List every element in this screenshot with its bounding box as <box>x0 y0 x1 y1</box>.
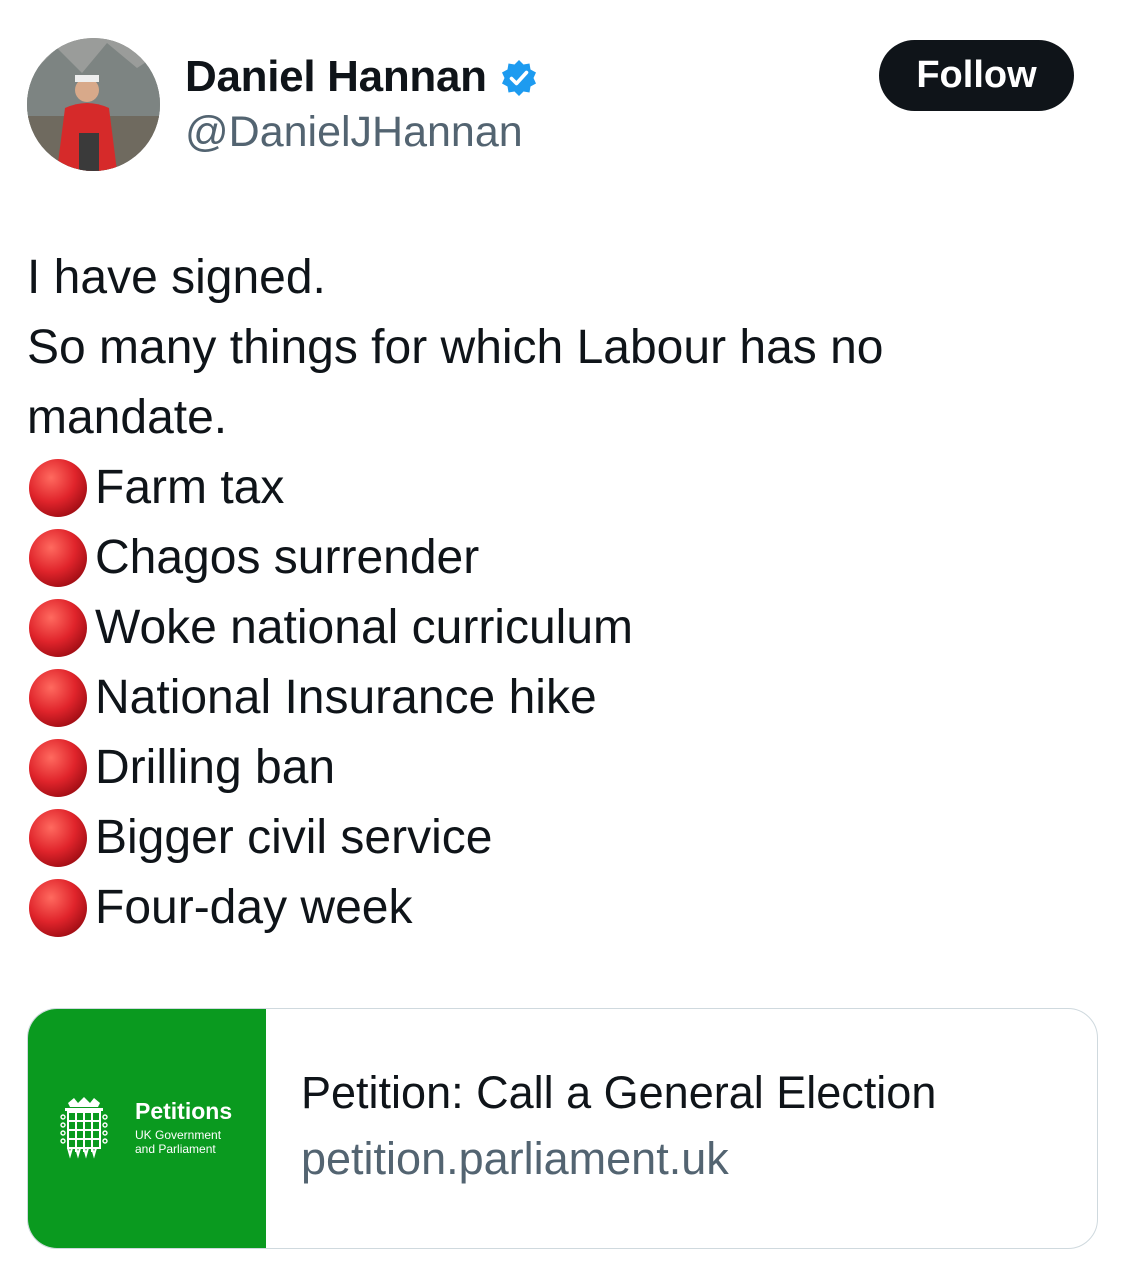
tweet-bullet-item: National Insurance hike <box>27 663 1087 733</box>
portcullis-icon <box>60 1097 108 1159</box>
bullet-label: Chagos surrender <box>95 531 480 584</box>
tweet-line: So many things for which Labour has no <box>27 321 884 374</box>
bullet-label: National Insurance hike <box>95 671 597 724</box>
tweet-line: I have signed. <box>27 251 326 304</box>
author-display-name[interactable]: Daniel Hannan <box>185 50 487 104</box>
tweet-bullet-item: Bigger civil service <box>27 803 1087 873</box>
tweet-line: mandate. <box>27 391 228 444</box>
link-preview-card[interactable]: Petitions UK Government and Parliament P… <box>27 1008 1098 1249</box>
avatar[interactable] <box>27 38 160 171</box>
tweet-bullet-item: Woke national curriculum <box>27 593 1087 663</box>
petitions-logo-subtitle: UK Government and Parliament <box>135 1128 222 1156</box>
link-card-thumbnail[interactable]: Petitions UK Government and Parliament <box>28 1009 266 1248</box>
bullet-label: Bigger civil service <box>95 811 493 864</box>
bullet-label: Woke national curriculum <box>95 601 634 654</box>
red-circle-icon <box>27 457 89 519</box>
red-circle-icon <box>27 807 89 869</box>
follow-button[interactable]: Follow <box>879 40 1074 111</box>
bullet-label: Farm tax <box>95 461 285 514</box>
tweet-bullet-item: Drilling ban <box>27 733 1087 803</box>
petitions-logo-title: Petitions <box>135 1098 233 1124</box>
bullet-label: Four-day week <box>95 881 413 934</box>
red-circle-icon <box>27 667 89 729</box>
red-circle-icon <box>27 877 89 939</box>
tweet-text: I have signed. So many things for which … <box>27 243 1087 943</box>
link-card-title[interactable]: Petition: Call a General Election <box>301 1065 936 1121</box>
author-handle[interactable]: @DanielJHannan <box>185 106 523 158</box>
tweet-bullet-item: Four-day week <box>27 873 1087 943</box>
red-circle-icon <box>27 597 89 659</box>
author-name[interactable]: Daniel Hannan <box>185 50 539 104</box>
red-circle-icon <box>27 737 89 799</box>
tweet-bullet-item: Chagos surrender <box>27 523 1087 593</box>
tweet-bullet-item: Farm tax <box>27 453 1087 523</box>
red-circle-icon <box>27 527 89 589</box>
verified-badge-icon <box>499 57 539 97</box>
bullet-label: Drilling ban <box>95 741 336 794</box>
link-card-domain[interactable]: petition.parliament.uk <box>301 1131 729 1187</box>
